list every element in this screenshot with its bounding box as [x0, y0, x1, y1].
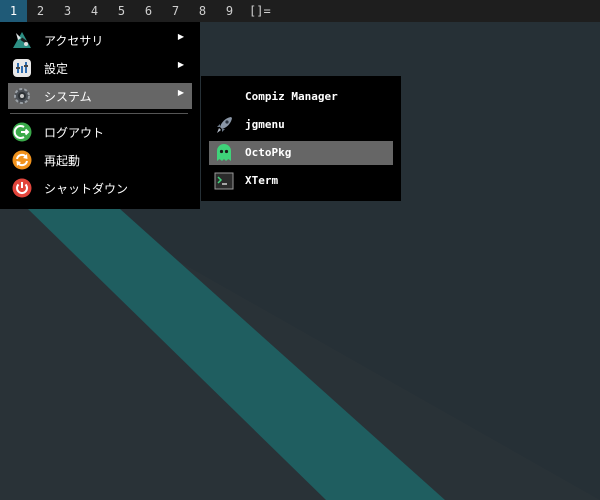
- submenu-item-jgmenu[interactable]: jgmenu: [209, 113, 393, 137]
- main-menu: アクセサリ ▶ 設定 ▶ システム ▶ ログアウト 再起動 シャットダウン: [0, 22, 200, 209]
- menu-item-system[interactable]: システム ▶: [8, 83, 192, 109]
- power-icon: [12, 178, 32, 198]
- menu-item-settings[interactable]: 設定 ▶: [8, 55, 192, 81]
- settings-icon: [12, 58, 32, 78]
- workspace-5[interactable]: 5: [108, 0, 135, 22]
- menu-item-label: システム: [44, 90, 92, 104]
- menu-item-label: アクセサリ: [44, 34, 104, 48]
- logout-icon: [12, 122, 32, 142]
- workspace-9[interactable]: 9: [216, 0, 243, 22]
- submenu-arrow-icon: ▶: [177, 88, 184, 97]
- menu-item-logout[interactable]: ログアウト: [8, 119, 192, 145]
- menu-item-shutdown[interactable]: シャットダウン: [8, 175, 192, 201]
- workspace-2[interactable]: 2: [27, 0, 54, 22]
- menu-item-accessories[interactable]: アクセサリ ▶: [8, 27, 192, 53]
- octopkg-ghost-icon: [214, 143, 234, 163]
- workspace-4[interactable]: 4: [81, 0, 108, 22]
- menu-item-label: ログアウト: [44, 126, 105, 140]
- top-status-bar: 1 2 3 4 5 6 7 8 9 []=: [0, 0, 600, 22]
- submenu-arrow-icon: ▶: [177, 60, 184, 69]
- workspace-3[interactable]: 3: [54, 0, 81, 22]
- submenu-item-label: Compiz Manager: [245, 90, 338, 103]
- menu-item-label: シャットダウン: [44, 182, 129, 196]
- submenu-arrow-icon: ▶: [177, 32, 184, 41]
- accessories-icon: [12, 30, 32, 50]
- menu-item-label: 設定: [44, 62, 69, 76]
- menu-separator: [10, 113, 188, 114]
- menu-item-label: 再起動: [44, 154, 81, 168]
- restart-icon: [12, 150, 32, 170]
- menu-item-restart[interactable]: 再起動: [8, 147, 192, 173]
- system-gear-icon: [12, 86, 32, 106]
- rocket-icon: [214, 115, 234, 135]
- submenu-item-xterm[interactable]: XTerm: [209, 169, 393, 193]
- terminal-icon: [214, 171, 234, 191]
- submenu-item-octopkg[interactable]: OctoPkg: [209, 141, 393, 165]
- submenu-item-label: jgmenu: [245, 118, 285, 131]
- submenu-item-compiz-manager[interactable]: Compiz Manager: [209, 85, 393, 109]
- layout-indicator[interactable]: []=: [249, 4, 271, 18]
- workspace-6[interactable]: 6: [135, 0, 162, 22]
- system-submenu: Compiz Manager jgmenu OctoPkg XTerm: [201, 76, 401, 201]
- workspace-8[interactable]: 8: [189, 0, 216, 22]
- submenu-item-label: XTerm: [245, 174, 279, 187]
- workspace-1[interactable]: 1: [0, 0, 27, 22]
- submenu-item-label: OctoPkg: [245, 146, 292, 159]
- workspace-7[interactable]: 7: [162, 0, 189, 22]
